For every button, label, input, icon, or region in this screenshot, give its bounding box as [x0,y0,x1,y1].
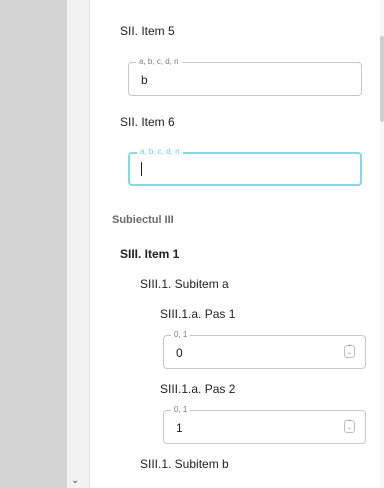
step-2-input[interactable]: 0, 1 1 ⌃ ⌄ [163,405,366,444]
item-5-input[interactable]: a, b, c, d, n b [128,57,362,96]
form-content: SII. Item 5 a, b, c, d, n b SII. Item 6 … [90,0,384,488]
subitem-a-label: SIII.1. Subitem a [140,277,229,291]
item-5-label: SII. Item 5 [120,24,175,38]
left-panel [0,0,67,488]
item-title: SIII. Item 1 [120,247,180,261]
step-2-hint: 0, 1 [171,405,191,415]
collapse-column [67,0,89,488]
step-2-label: SIII.1.a. Pas 2 [160,382,236,396]
step-2-spinner-icon[interactable]: ⌃ ⌄ [344,420,355,433]
section-title: Subiectul III [112,214,174,226]
step-1-spinner-icon[interactable]: ⌃ ⌄ [344,345,355,358]
step-1-hint: 0, 1 [171,330,191,340]
item-5-hint: a, b, c, d, n [136,57,182,67]
text-caret [141,162,142,176]
step-1-value: 0 [176,346,183,360]
item-5-value: b [141,73,148,87]
item-6-hint: a, b, c, d, n [137,147,183,157]
step-2-value: 1 [176,421,183,435]
chevron-down-icon[interactable]: ⌄ [71,474,79,488]
item-6-label: SII. Item 6 [120,115,175,129]
scrollbar-thumb[interactable] [380,36,384,122]
step-1-input[interactable]: 0, 1 0 ⌃ ⌄ [163,330,366,369]
step-1-label: SIII.1.a. Pas 1 [160,307,236,321]
subitem-b-label: SIII.1. Subitem b [140,457,229,471]
item-6-input[interactable]: a, b, c, d, n [128,147,362,186]
